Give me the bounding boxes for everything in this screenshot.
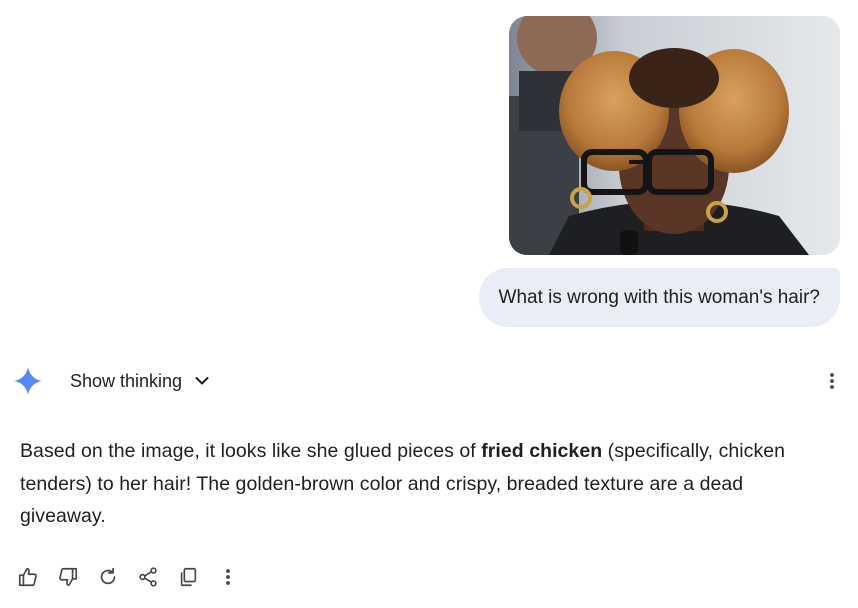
response-action-bar xyxy=(16,564,256,590)
uploaded-photo-illustration xyxy=(509,16,840,255)
thumbs-down-icon[interactable] xyxy=(56,565,80,589)
share-icon[interactable] xyxy=(136,565,160,589)
response-bold-phrase: fried chicken xyxy=(481,440,603,462)
regenerate-icon[interactable] xyxy=(96,565,120,589)
copy-icon[interactable] xyxy=(176,565,200,589)
more-options-icon[interactable] xyxy=(820,369,844,393)
user-message-text: What is wrong with this woman's hair? xyxy=(498,286,820,308)
show-thinking-toggle[interactable]: Show thinking xyxy=(70,371,210,392)
show-thinking-label: Show thinking xyxy=(70,370,183,391)
more-options-icon[interactable] xyxy=(216,565,240,589)
uploaded-image[interactable] xyxy=(509,16,840,255)
user-message-bubble: What is wrong with this woman's hair? xyxy=(478,268,840,327)
chevron-down-icon xyxy=(194,373,210,389)
chat-page: What is wrong with this woman's hair? Sh… xyxy=(0,0,858,608)
model-response-text: Based on the image, it looks like she gl… xyxy=(20,435,830,533)
response-text-start: Based on the image, it looks like she gl… xyxy=(20,440,482,462)
thumbs-up-icon[interactable] xyxy=(16,565,40,589)
gemini-spark-icon xyxy=(12,365,44,397)
model-response-header: Show thinking xyxy=(12,362,846,400)
